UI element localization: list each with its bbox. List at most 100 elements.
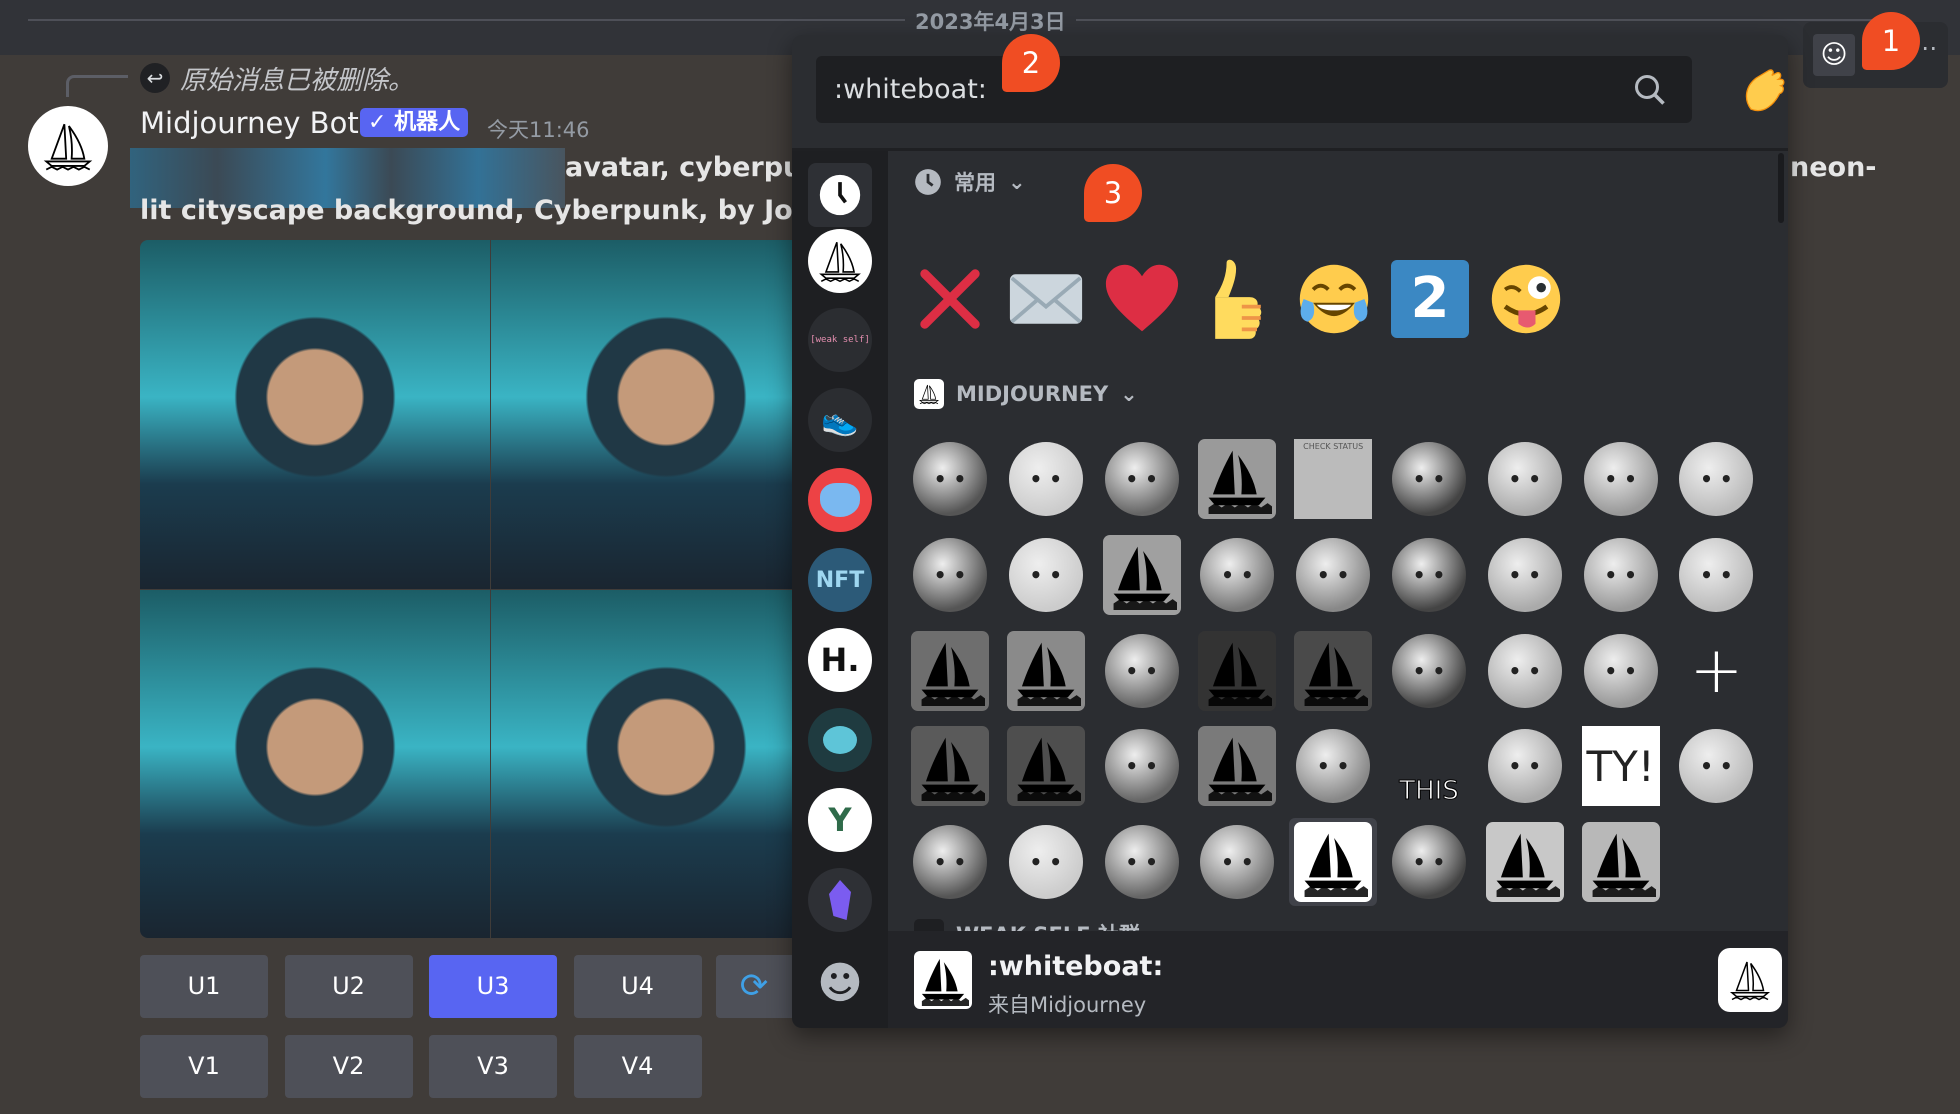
emoji-boat[interactable]: [1289, 627, 1377, 715]
emoji-smile-blob[interactable]: • •: [1289, 531, 1377, 619]
category-frequent[interactable]: 常用 ⌄: [914, 167, 1026, 197]
sad-face-icon: • •: [1008, 825, 1083, 900]
emoji-cloud-face[interactable]: • •: [906, 435, 994, 523]
server-label: NFT: [815, 567, 865, 593]
sidebar-midjourney-server[interactable]: [808, 229, 872, 293]
emoji-blush-cat[interactable]: • •: [1481, 531, 1569, 619]
whiteboat-preview-icon: [914, 951, 972, 1009]
emoji-plague-doctor[interactable]: • •: [1385, 627, 1473, 715]
button-v3[interactable]: V3: [429, 1035, 557, 1098]
emoji-muscle-man[interactable]: • •: [1577, 531, 1665, 619]
emoji-this-arrow[interactable]: THIS: [1385, 722, 1473, 810]
generated-image-2[interactable]: [491, 240, 792, 589]
button-v2[interactable]: V2: [284, 1035, 413, 1098]
emoji-winking-tongue[interactable]: [1482, 255, 1570, 343]
sidebar-nft-server[interactable]: NFT: [808, 548, 872, 612]
category-midjourney[interactable]: MIDJOURNEY ⌄: [914, 379, 1138, 409]
generated-image-4[interactable]: [491, 590, 792, 938]
emoji-grin-face[interactable]: • •: [906, 531, 994, 619]
muscle-man-icon: • •: [1583, 537, 1658, 612]
sidebar-sneaker-server[interactable]: 👟: [808, 388, 872, 452]
deleted-reply-text[interactable]: 原始消息已被删除。: [180, 60, 414, 97]
image-grid[interactable]: [140, 240, 792, 938]
emoji-angry-blob[interactable]: • •: [1481, 722, 1569, 810]
emoji-blurry-creature[interactable]: • •: [1672, 722, 1760, 810]
sidebar-weak-self-server[interactable]: [weak self]: [808, 308, 872, 372]
midjourney-server-icon: [914, 379, 944, 409]
server-label: [weak self]: [810, 335, 870, 345]
emoji-mask-face[interactable]: • •: [1385, 531, 1473, 619]
blush-cat-icon: • •: [1487, 537, 1562, 612]
emoji-cross-mark[interactable]: [906, 255, 994, 343]
emoji-joy[interactable]: [1290, 255, 1378, 343]
emoji-boat[interactable]: [1481, 818, 1569, 906]
emoji-boat[interactable]: [1098, 531, 1186, 619]
sidebar-default-emoji-smiley[interactable]: ☻: [808, 951, 872, 1015]
add-reaction-icon[interactable]: ☺: [1813, 34, 1855, 76]
emoji-smile-ghost[interactable]: • •: [1098, 627, 1186, 715]
emoji-boat[interactable]: [1193, 435, 1281, 523]
button-v1[interactable]: V1: [140, 1035, 268, 1098]
emoji-blurry-animal[interactable]: • •: [1385, 435, 1473, 523]
emoji-keycap-2[interactable]: 2: [1386, 255, 1474, 343]
emoji-thumbs-up[interactable]: [1194, 255, 1282, 343]
scrollbar[interactable]: [1778, 153, 1784, 223]
skin-tone-clap-icon[interactable]: [1738, 65, 1788, 127]
emoji-hooded-figure[interactable]: • •: [1577, 627, 1665, 715]
author-name[interactable]: Midjourney Bot: [140, 106, 359, 140]
emoji-boat[interactable]: [1193, 722, 1281, 810]
emoji-red-heart[interactable]: [1098, 255, 1186, 343]
emoji-boat[interactable]: [1577, 818, 1665, 906]
source-server-icon[interactable]: [1718, 948, 1782, 1012]
emoji-boat[interactable]: [1002, 722, 1090, 810]
generated-image-1[interactable]: [140, 240, 490, 589]
emoji-sad-ghost[interactable]: • •: [1672, 435, 1760, 523]
emoji-ty-sign[interactable]: TY!: [1577, 722, 1665, 810]
emoji-search-input[interactable]: [816, 56, 1616, 123]
sad-ghost-icon: • •: [1679, 442, 1754, 516]
emoji-octopus-facepalm[interactable]: • •: [1481, 435, 1569, 523]
emoji-sword[interactable]: • •: [1002, 435, 1090, 523]
button-u2[interactable]: U2: [284, 955, 413, 1018]
sidebar-h-server[interactable]: H.: [808, 628, 872, 692]
emoji-boat[interactable]: [906, 627, 994, 715]
emoji-portrait[interactable]: • •: [1002, 531, 1090, 619]
reroll-button[interactable]: ⟳: [716, 955, 792, 1018]
sidebar-y-server[interactable]: Y: [808, 788, 872, 852]
robot-head-icon: • •: [1392, 825, 1466, 900]
emoji-add-emoji[interactable]: +: [1672, 627, 1760, 715]
emoji-whiteboat[interactable]: [1289, 818, 1378, 907]
search-icon[interactable]: [1632, 72, 1668, 108]
generated-image-3[interactable]: [140, 590, 490, 938]
button-v4[interactable]: V4: [573, 1035, 702, 1098]
emoji-skull-eyes[interactable]: • •: [1098, 722, 1186, 810]
mask-face-icon: • •: [1392, 537, 1466, 612]
button-u1[interactable]: U1: [140, 955, 268, 1018]
emoji-expand-arrows[interactable]: • •: [1098, 818, 1186, 906]
emoji-thinking-blob[interactable]: • •: [1289, 722, 1377, 810]
sidebar-crystal-server[interactable]: [808, 868, 872, 932]
avatar[interactable]: [28, 106, 108, 186]
emoji-envelope[interactable]: [1002, 255, 1090, 343]
emoji-blurry-cloud[interactable]: • •: [906, 818, 994, 906]
button-u4[interactable]: U4: [573, 955, 702, 1018]
emoji-boat[interactable]: [1193, 627, 1281, 715]
emoji-bird-mask-heart[interactable]: • •: [1481, 627, 1569, 715]
sidebar-cat-server[interactable]: [808, 468, 872, 532]
sidebar-recent-clock[interactable]: [808, 163, 872, 227]
button-u3[interactable]: U3: [429, 955, 557, 1018]
emoji-dog[interactable]: • •: [1098, 435, 1186, 523]
emoji-check-status-robot[interactable]: CHECK STATUS: [1289, 435, 1377, 523]
sidebar-paw-server[interactable]: [808, 708, 872, 772]
emoji-sad-face[interactable]: • •: [1002, 818, 1090, 906]
category-weak-self[interactable]: WEAK SELF 社群 ⌄: [914, 919, 1169, 931]
smile-ghost-icon: • •: [1104, 633, 1179, 708]
emoji-cookie-face[interactable]: • •: [1672, 531, 1760, 619]
emoji-robot-head[interactable]: • •: [1385, 818, 1473, 906]
category-label: 常用: [954, 171, 996, 195]
emoji-egg-face[interactable]: • •: [1193, 818, 1281, 906]
emoji-dragon[interactable]: • •: [1193, 531, 1281, 619]
emoji-boat[interactable]: [906, 722, 994, 810]
emoji-boat[interactable]: [1002, 627, 1090, 715]
emoji-big-eyes-blob[interactable]: • •: [1577, 435, 1665, 523]
